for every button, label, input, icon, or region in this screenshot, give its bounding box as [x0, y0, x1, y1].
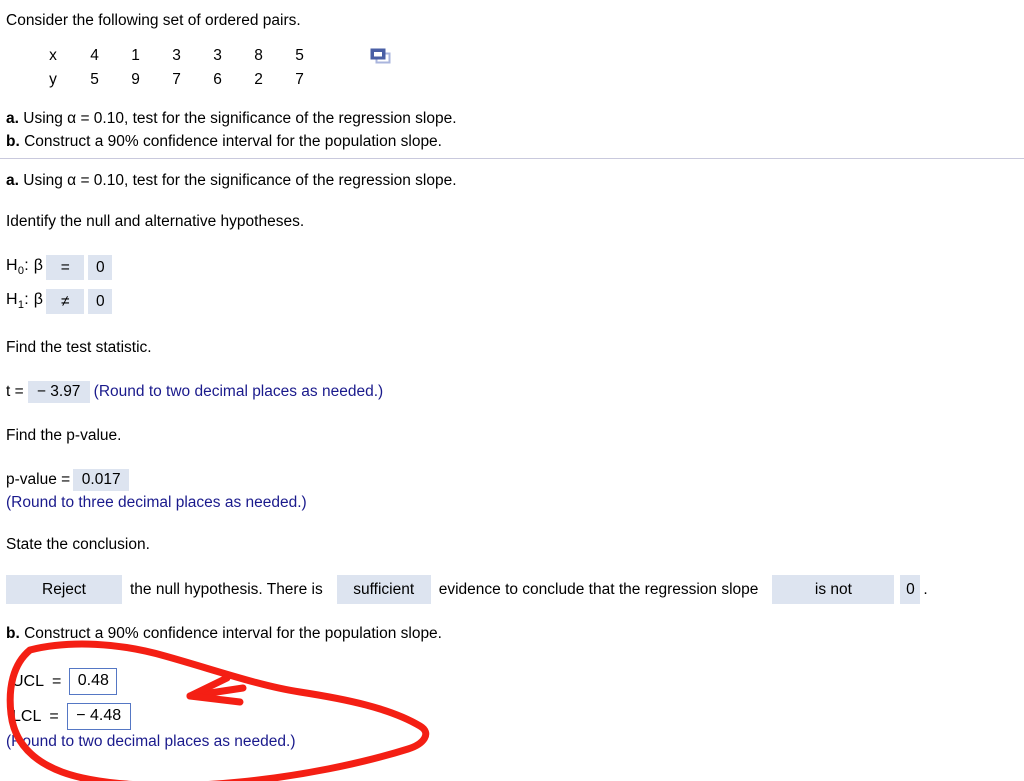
ucl-label: UCL [12, 672, 45, 690]
cell-y-2: 7 [172, 70, 181, 88]
conclusion-text-1: the null hypothesis. There is [130, 580, 323, 598]
cell-y-5: 7 [295, 70, 304, 88]
annotation-arrow-barb-upper [186, 674, 231, 700]
conclusion-prompt: State the conclusion. [6, 536, 150, 553]
annotation-arrow-barb-lower [186, 692, 244, 706]
duplicate-window-icon[interactable] [370, 48, 392, 66]
ucl-input[interactable]: 0.48 [69, 668, 118, 695]
cell-x-2: 3 [172, 47, 181, 64]
ucl-equals: = [52, 672, 62, 690]
p-value-field[interactable]: 0.017 [73, 469, 130, 491]
cell-x-4: 8 [254, 47, 263, 64]
cell-y-1: 9 [131, 70, 140, 88]
conclusion-row: Reject the null hypothesis. There is suffi… [6, 575, 928, 604]
lcl-equals: = [49, 707, 59, 725]
test-statistic-note: (Round to two decimal places as needed.) [93, 382, 384, 400]
alternative-hypothesis-operator-field[interactable]: ≠ [46, 289, 85, 314]
problem-part-b-text: Construct a 90% confidence interval for … [24, 133, 442, 150]
work-part-a-heading: a. Using α = 0.10, test for the signific… [6, 173, 457, 189]
test-statistic-field[interactable]: − 3.97 [27, 381, 90, 403]
confidence-interval-note: (Round to two decimal places as needed.) [6, 733, 296, 750]
cell-x-5: 5 [295, 47, 304, 64]
null-hypothesis-value-field[interactable]: 0 [88, 255, 113, 280]
work-part-b-heading: b. Construct a 90% confidence interval f… [6, 626, 442, 642]
row-label-y: y [49, 70, 57, 88]
red-ink-annotation [6, 640, 430, 781]
null-hypothesis-row: H0: β = 0 [6, 255, 113, 280]
problem-part-a-text: Using α = 0.10, test for the significanc… [23, 110, 457, 127]
section-divider [0, 158, 1024, 159]
alternative-hypothesis-row: H1: β ≠ 0 [6, 289, 113, 314]
work-part-b-text: Construct a 90% confidence interval for … [24, 625, 442, 642]
null-hypothesis-label: H0: β [6, 256, 44, 278]
cell-y-4: 2 [254, 70, 263, 88]
cell-x-0: 4 [90, 47, 99, 64]
ucl-row: UCL = 0.48 [12, 668, 118, 695]
p-value-label: p-value = [6, 470, 71, 488]
problem-part-a: a. Using α = 0.10, test for the signific… [6, 111, 457, 127]
ordered-pairs-table: x 4 1 3 3 8 5 y 5 9 7 6 2 7 [40, 45, 320, 93]
p-value-note: (Round to three decimal places as needed… [6, 494, 307, 511]
row-label-x: x [49, 47, 57, 64]
conclusion-period: . [923, 580, 928, 598]
test-statistic-label: t = [6, 382, 24, 400]
problem-part-b: b. Construct a 90% confidence interval f… [6, 134, 442, 150]
work-part-a-text: Using α = 0.10, test for the significanc… [23, 172, 457, 189]
alternative-hypothesis-value-field[interactable]: 0 [88, 289, 113, 314]
null-hypothesis-operator-field[interactable]: = [46, 255, 85, 280]
conclusion-compare-value-field[interactable]: 0 [900, 575, 921, 604]
test-statistic-row: t = − 3.97 (Round to two decimal places as… [6, 381, 383, 403]
identify-hypotheses-prompt: Identify the null and alternative hypoth… [6, 213, 305, 230]
p-value-row: p-value = 0.017 [6, 469, 130, 491]
lcl-label: LCL [12, 707, 42, 725]
conclusion-decision-field[interactable]: Reject [6, 575, 122, 604]
lcl-input[interactable]: − 4.48 [66, 703, 131, 730]
p-value-prompt: Find the p-value. [6, 427, 122, 444]
work-part-b-label: b. [6, 625, 20, 642]
test-statistic-prompt: Find the test statistic. [6, 339, 152, 356]
conclusion-text-2: evidence to conclude that the regression… [438, 580, 759, 598]
conclusion-evidence-field[interactable]: sufficient [336, 575, 431, 604]
conclusion-relation-field[interactable]: is not [772, 575, 895, 604]
alternative-hypothesis-label: H1: β [6, 290, 44, 312]
question-page: Consider the following set of ordered pa… [0, 0, 1024, 781]
work-part-a-label: a. [6, 172, 19, 189]
cell-y-3: 6 [213, 70, 222, 88]
cell-x-1: 1 [131, 47, 140, 64]
lcl-row: LCL = − 4.48 [12, 703, 131, 730]
problem-part-b-label: b. [6, 133, 20, 150]
problem-prompt: Consider the following set of ordered pa… [6, 12, 301, 29]
cell-x-3: 3 [213, 47, 222, 64]
table-row-x: x 4 1 3 3 8 5 [40, 45, 320, 69]
cell-y-0: 5 [90, 70, 99, 88]
problem-part-a-label: a. [6, 110, 19, 127]
annotation-arrow-stem [186, 684, 247, 700]
table-row-y: y 5 9 7 6 2 7 [40, 69, 320, 93]
